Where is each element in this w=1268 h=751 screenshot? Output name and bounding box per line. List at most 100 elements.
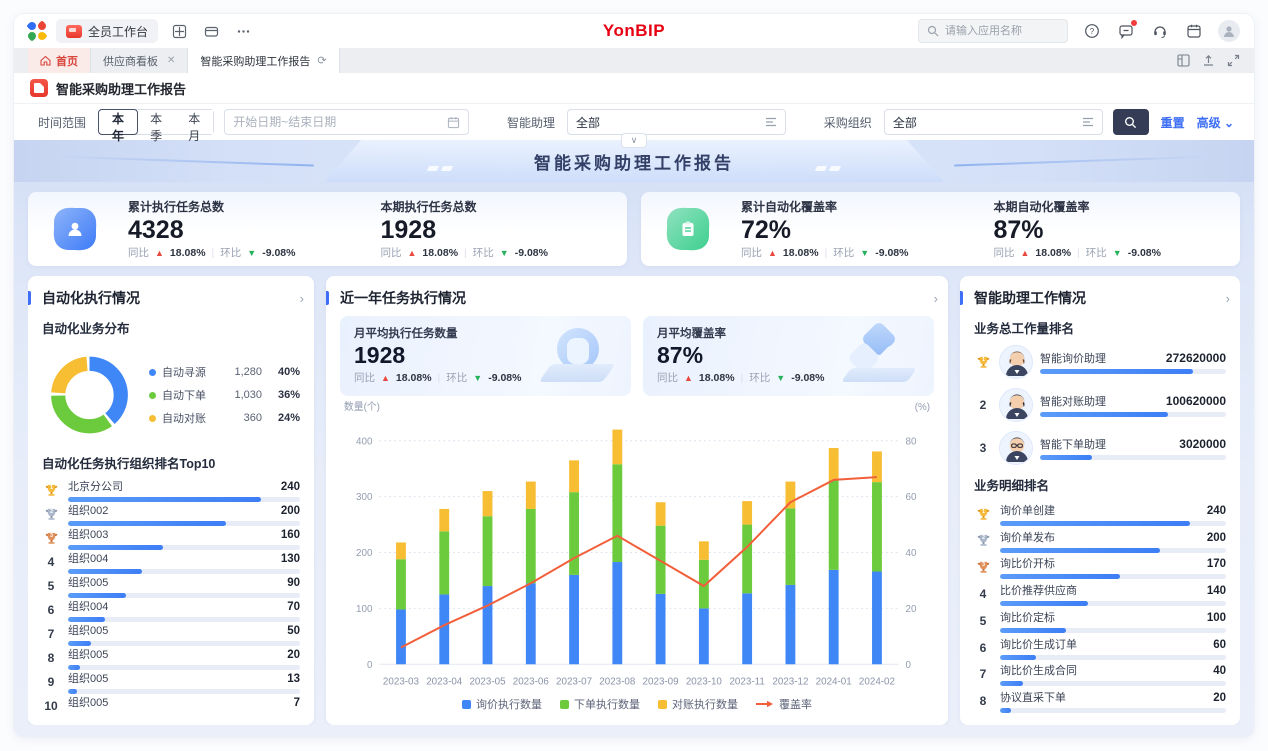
panel-accent-bar <box>960 291 963 305</box>
legend-dot-icon <box>149 392 156 399</box>
rank-badge: 1 <box>42 483 60 498</box>
time-option-month[interactable]: 本月 <box>175 110 213 134</box>
legend-square-icon <box>560 700 569 709</box>
svg-text:0: 0 <box>905 660 911 671</box>
app-search[interactable] <box>918 19 1068 43</box>
chart-legend-item[interactable]: 对账执行数量 <box>658 696 738 712</box>
tab-home[interactable]: 首页 <box>28 48 91 73</box>
user-avatar[interactable] <box>1218 20 1240 42</box>
svg-text:2024-01: 2024-01 <box>816 677 852 688</box>
report-doc-icon <box>30 79 48 97</box>
donut-legend-item[interactable]: 自动对账 360 24% <box>149 410 300 426</box>
rank-row: 3 询比价开标 170 <box>974 555 1226 579</box>
kpi-row: 累计执行任务总数 4328 同比▲18.08% | 环比▼-9.08% 本期执行… <box>28 192 1240 266</box>
donut-section-title: 自动化业务分布 <box>42 318 300 337</box>
page-title: 智能采购助理工作报告 <box>56 79 186 98</box>
line-marker-icon <box>756 700 774 708</box>
rank-value: 100 <box>1207 612 1226 624</box>
yonyou-logo-icon[interactable] <box>28 22 46 40</box>
rank-bar-fill <box>1000 548 1160 553</box>
help-icon[interactable]: ? <box>1082 21 1102 41</box>
chart-legend-item[interactable]: 下单执行数量 <box>560 696 640 712</box>
assistant-select[interactable]: 全部 <box>567 109 786 135</box>
svg-text:300: 300 <box>356 492 373 503</box>
close-tab-icon[interactable]: ✕ <box>167 55 175 66</box>
list-select-icon <box>1082 117 1094 127</box>
trophy-rank-2-icon: 2 <box>976 533 991 548</box>
svg-text:2023-10: 2023-10 <box>686 677 722 688</box>
advanced-button[interactable]: 高级 ⌄ <box>1197 114 1234 131</box>
search-icon <box>1124 116 1137 129</box>
rank-badge: 4 <box>42 555 60 569</box>
layout-icon[interactable] <box>1177 54 1190 67</box>
rank-row: 4 组织004 130 <box>42 550 300 574</box>
reset-button[interactable]: 重置 <box>1161 114 1185 131</box>
refresh-tab-icon[interactable]: ⟳ <box>317 54 326 67</box>
panel-assistants: 智能助理工作情况 › 业务总工作量排名 1 智能询价助理 272620000 2 <box>960 276 1240 725</box>
fullscreen-icon[interactable] <box>1227 54 1240 67</box>
rank-name: 组织003 <box>68 526 108 542</box>
chart-legend-item[interactable]: 覆盖率 <box>756 696 812 712</box>
svg-text:400: 400 <box>356 436 373 447</box>
time-option-quarter[interactable]: 本季 <box>137 110 175 134</box>
rank-name: 组织005 <box>68 646 108 662</box>
chart-legend-item[interactable]: 询价执行数量 <box>462 696 542 712</box>
donut-legend-item[interactable]: 自动下单 1,030 36% <box>149 387 300 403</box>
panel-automation: 自动化执行情况 › 自动化业务分布 自动寻源 1,280 40% 自动下单 1,… <box>28 276 314 725</box>
brand-logo: YonBIP <box>603 21 665 41</box>
tab-supplier-board[interactable]: 供应商看板 ✕ <box>91 48 188 73</box>
tab-procurement-report[interactable]: 智能采购助理工作报告 ⟳ <box>188 48 339 73</box>
workspace-tab[interactable]: 全员工作台 <box>56 19 158 43</box>
avg-coverage-card: 月平均覆盖率 87% 同比▲18.08% | 环比▼-9.08% <box>643 316 934 396</box>
rank-bar-fill <box>1000 521 1190 526</box>
rank-name: 组织005 <box>68 694 108 710</box>
date-range-input[interactable] <box>224 109 469 135</box>
rank-badge: 6 <box>42 603 60 617</box>
rank-name: 询价单创建 <box>1000 502 1055 518</box>
svg-text:?: ? <box>1090 27 1095 36</box>
org-select[interactable]: 全部 <box>884 109 1103 135</box>
apps-grid-icon[interactable] <box>168 20 190 42</box>
rank-bar-fill <box>1040 455 1092 460</box>
chevron-right-icon[interactable]: › <box>1226 291 1230 306</box>
rank-name: 组织005 <box>68 574 108 590</box>
more-icon[interactable] <box>232 20 254 42</box>
svg-text:1: 1 <box>982 509 985 515</box>
svg-text:2023-09: 2023-09 <box>643 677 679 688</box>
assistant-label: 智能助理 <box>507 114 555 131</box>
messages-icon[interactable] <box>1116 21 1136 41</box>
search-button[interactable] <box>1113 109 1149 135</box>
down-triangle-icon: ▼ <box>473 373 482 383</box>
assistant-avatar <box>999 431 1033 465</box>
assistant-row: 2 智能对账助理 100620000 <box>974 388 1226 422</box>
time-option-year[interactable]: 本年 <box>98 109 138 135</box>
export-icon[interactable] <box>1202 54 1215 67</box>
rank-bar-track <box>1000 681 1226 686</box>
svg-text:80: 80 <box>905 436 916 447</box>
date-range-field[interactable] <box>233 115 441 129</box>
rank-row: 8 组织005 20 <box>42 646 300 670</box>
rank-row: 2 组织002 200 <box>42 502 300 526</box>
svg-text:1: 1 <box>50 485 53 491</box>
svg-text:2023-03: 2023-03 <box>383 677 419 688</box>
chart-legend: 询价执行数量 下单执行数量 对账执行数量 覆盖率 <box>340 695 934 713</box>
cubes-illustration-icon <box>846 324 916 388</box>
support-headset-icon[interactable] <box>1150 21 1170 41</box>
calendar-icon[interactable] <box>1184 21 1204 41</box>
rank-badge: 8 <box>42 651 60 665</box>
assistant-name: 智能对账助理 <box>1040 393 1106 409</box>
assistant-value: 272620000 <box>1166 351 1226 365</box>
app-search-input[interactable] <box>945 25 1055 37</box>
donut-legend-item[interactable]: 自动寻源 1,280 40% <box>149 364 300 380</box>
chevron-right-icon[interactable]: › <box>300 291 304 306</box>
rank-value: 60 <box>1213 639 1226 651</box>
kpi-metric: 本期执行任务总数 1928 同比▲18.08% | 环比▼-9.08% <box>381 198 604 261</box>
rank-row: 6 询比价生成订单 60 <box>974 636 1226 660</box>
svg-text:2023-05: 2023-05 <box>469 677 505 688</box>
calendar-small-icon <box>447 116 460 129</box>
kpi-metric: 累计执行任务总数 4328 同比▲18.08% | 环比▼-9.08% <box>128 198 351 261</box>
chevron-right-icon[interactable]: › <box>934 291 938 306</box>
collapse-filters-button[interactable]: ∨ <box>621 133 647 148</box>
wallet-icon[interactable] <box>200 20 222 42</box>
rank-row: 3 组织003 160 <box>42 526 300 550</box>
